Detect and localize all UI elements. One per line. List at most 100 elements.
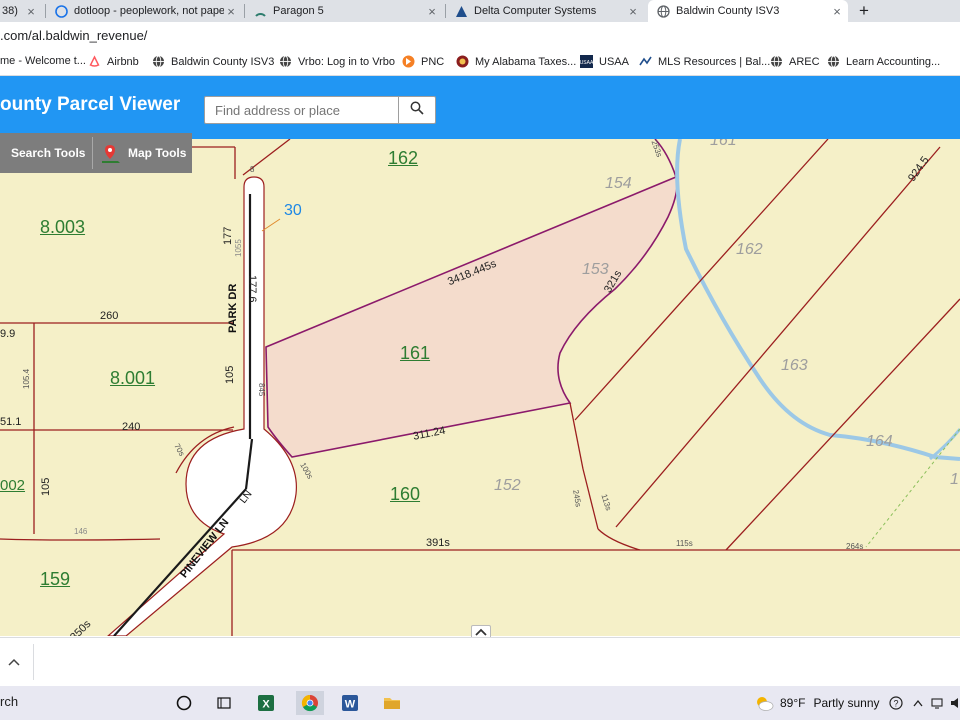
- bookmark-alabama-taxes[interactable]: My Alabama Taxes...: [456, 55, 576, 68]
- bookmark-mls[interactable]: MLS Resources | Bal...: [639, 55, 770, 68]
- tab-paragon[interactable]: Paragon 5 ×: [245, 0, 443, 22]
- globe-icon: [152, 55, 165, 68]
- network-icon[interactable]: [930, 695, 946, 711]
- bookmark-label: me - Welcome t...: [0, 55, 86, 67]
- excel-icon[interactable]: X: [254, 691, 278, 715]
- bookmark-label: AREC: [789, 55, 820, 68]
- bookmark-arec[interactable]: AREC: [770, 55, 820, 68]
- tab-label: Baldwin County ISV3: [676, 5, 780, 17]
- pnc-icon: [402, 55, 415, 68]
- parcel-number[interactable]: 162: [388, 148, 418, 169]
- svg-text:W: W: [345, 699, 356, 711]
- weather-temperature: 89°F: [780, 696, 806, 710]
- tab-label: dotloop - peoplework, not paper: [74, 5, 224, 17]
- weather-widget[interactable]: 89°F Partly sunny: [754, 694, 880, 712]
- dotloop-icon: [54, 4, 68, 18]
- task-view-icon[interactable]: [212, 691, 236, 715]
- dimension-label: 240: [122, 421, 141, 433]
- parcel-number[interactable]: 161: [400, 343, 430, 364]
- bookmark-learn-accounting[interactable]: Learn Accounting...: [827, 55, 940, 68]
- parcel-map[interactable]: 162 8.003 8.001 161 160 159 002 154 153 …: [0, 139, 960, 636]
- dimension-label: 146: [74, 527, 88, 536]
- globe-icon: [656, 4, 670, 18]
- dimension-label: 115s: [676, 539, 693, 548]
- search-tools-button[interactable]: Search Tools: [11, 133, 85, 173]
- weather-description: Partly sunny: [813, 696, 880, 710]
- leader-line: [261, 218, 281, 232]
- taskbar-search[interactable]: rch: [0, 694, 18, 709]
- chrome-icon[interactable]: [296, 691, 324, 715]
- url-text[interactable]: .com/al.baldwin_revenue/: [0, 28, 147, 43]
- bookmark-baldwin[interactable]: Baldwin County ISV3: [152, 55, 274, 68]
- tab-label: Paragon 5: [273, 5, 324, 17]
- bookmark-pnc[interactable]: PNC: [402, 55, 444, 68]
- neighbor-parcel-label: 162: [736, 241, 763, 258]
- close-icon[interactable]: ×: [626, 4, 640, 19]
- bookmark-label: Vrbo: Log in to Vrbo: [298, 55, 396, 68]
- search-input[interactable]: [205, 97, 398, 123]
- bookmarks-bar: me - Welcome t... Airbnb Baldwin County …: [0, 50, 960, 76]
- dimension-label: 105.4: [22, 368, 31, 389]
- search-icon: [410, 101, 424, 120]
- parcel-number[interactable]: 8.003: [40, 217, 85, 238]
- tab-dotloop[interactable]: dotloop - peoplework, not paper ×: [46, 0, 242, 22]
- app-title: ounty Parcel Viewer: [0, 94, 181, 115]
- new-tab-button[interactable]: +: [852, 0, 876, 22]
- neighbor-parcel-label: 153: [582, 261, 609, 278]
- bookmark-label: Baldwin County ISV3: [171, 55, 275, 68]
- close-icon[interactable]: ×: [24, 4, 38, 19]
- dimension-label: 845: [257, 383, 266, 397]
- bookmark-label: USAA: [599, 55, 629, 68]
- address-bar[interactable]: .com/al.baldwin_revenue/: [0, 22, 960, 50]
- dimension-label: 260: [100, 310, 119, 322]
- bookmark-welcome[interactable]: me - Welcome t...: [0, 55, 86, 67]
- word-icon[interactable]: W: [338, 691, 362, 715]
- tool-label: Map Tools: [128, 146, 187, 160]
- search-button[interactable]: [398, 97, 435, 123]
- parcel-number[interactable]: 159: [40, 569, 70, 590]
- neighbor-parcel-label: 152: [494, 477, 521, 494]
- parcel-number[interactable]: 160: [390, 484, 420, 505]
- dimension-label: 30: [284, 202, 302, 219]
- file-explorer-icon[interactable]: [380, 691, 404, 715]
- neighbor-parcel-label: 163: [781, 357, 808, 374]
- creek-water-branch: [929, 428, 960, 461]
- tab-label: 38): [2, 5, 18, 17]
- neighbor-parcel-label: 154: [605, 175, 632, 192]
- selected-parcel-161: [265, 175, 678, 458]
- bookmark-usaa[interactable]: USAA USAA: [580, 55, 629, 68]
- map-pin-icon: [100, 142, 122, 164]
- bookmark-label: Learn Accounting...: [846, 55, 941, 68]
- mls-icon: [639, 55, 652, 68]
- partly-sunny-icon: [754, 694, 774, 712]
- volume-icon[interactable]: [948, 695, 960, 711]
- help-icon[interactable]: ?: [888, 695, 904, 711]
- bookmark-vrbo[interactable]: Vrbo: Log in to Vrbo: [279, 55, 395, 68]
- bookmark-label: Airbnb: [107, 55, 139, 68]
- chevron-up-icon: [475, 628, 487, 636]
- chevron-up-icon[interactable]: [910, 695, 926, 711]
- dimension-label: 391s: [426, 537, 450, 549]
- shelf-toggle-button[interactable]: [4, 654, 24, 670]
- bookmark-airbnb[interactable]: Airbnb: [88, 55, 139, 68]
- parcel-number[interactable]: 8.001: [110, 368, 155, 389]
- neighbor-parcel-label: 1: [950, 471, 959, 488]
- map-tools-button[interactable]: Map Tools: [100, 133, 186, 173]
- tab-baldwin-county[interactable]: Baldwin County ISV3 ×: [648, 0, 848, 22]
- cortana-icon[interactable]: [172, 691, 196, 715]
- tab-delta[interactable]: Delta Computer Systems ×: [446, 0, 644, 22]
- neighbor-parcel-label: 161: [710, 139, 737, 149]
- close-icon[interactable]: ×: [830, 4, 844, 19]
- close-icon[interactable]: ×: [425, 4, 439, 19]
- usaa-icon: USAA: [580, 55, 593, 68]
- paragon-icon: [253, 4, 267, 18]
- svg-text:USAA: USAA: [580, 60, 593, 66]
- shelf-divider: [33, 644, 34, 680]
- close-icon[interactable]: ×: [224, 4, 238, 19]
- dimension-label: 177.6: [246, 275, 258, 303]
- svg-text:X: X: [262, 699, 270, 711]
- tab-gmail[interactable]: 38) ×: [0, 0, 42, 22]
- parcel-number[interactable]: 002: [0, 477, 25, 494]
- tool-label: Search Tools: [11, 146, 86, 160]
- road-label-park-dr: PARK DR: [227, 283, 239, 333]
